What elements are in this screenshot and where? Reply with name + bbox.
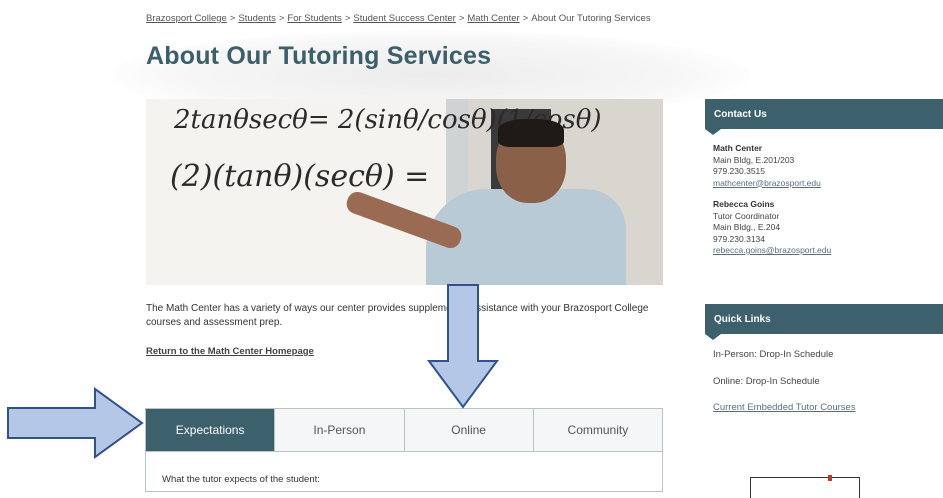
contact-location: Main Bldg, E.201/203 <box>713 154 795 165</box>
quick-links-title: Quick Links <box>714 314 771 325</box>
header-pointer <box>705 129 721 135</box>
partial-widget <box>750 475 860 498</box>
contact-role: Tutor Coordinator <box>713 210 780 221</box>
page-title: About Our Tutoring Services <box>146 42 492 70</box>
contact-phone: 979.230.3515 <box>713 166 765 176</box>
tab-panel: What the tutor expects of the student: <box>145 452 663 492</box>
quick-links-header: Quick Links <box>705 304 943 340</box>
breadcrumb: Brazosport College > Students > For Students… <box>146 13 651 24</box>
tab-expectations[interactable]: Expectations <box>146 409 276 451</box>
breadcrumb-current: About Our Tutoring Services <box>531 13 651 24</box>
tab-online[interactable]: Online <box>404 409 534 451</box>
breadcrumb-separator: > <box>344 13 351 24</box>
quick-link-in-person[interactable]: In-Person: Drop-In Schedule <box>713 349 833 360</box>
tab-bar: Expectations In-Person Online Community <box>145 408 663 452</box>
breadcrumb-separator: > <box>522 13 529 24</box>
header-pointer <box>705 334 721 340</box>
tutoring-photo: 2tanθsecθ= 2(sinθ/cosθ)(1/cosθ) (2)(tanθ… <box>146 99 663 285</box>
breadcrumb-link-students[interactable]: Students <box>238 13 276 24</box>
breadcrumb-link-for-students[interactable]: For Students <box>287 13 341 24</box>
contact-info: Math Center Main Bldg, E.201/203 979.230… <box>713 143 831 267</box>
breadcrumb-link-student-success[interactable]: Student Success Center <box>353 13 455 24</box>
tab-community[interactable]: Community <box>533 409 662 451</box>
right-arrow-annotation <box>7 387 144 459</box>
contact-location: Main Bldg., E.204 <box>713 222 781 232</box>
quick-link-online[interactable]: Online: Drop-In Schedule <box>713 376 820 387</box>
contact-us-header: Contact Us <box>705 99 943 135</box>
math-center-home-link[interactable]: Return to the Math Center Homepage <box>146 346 314 357</box>
quick-link-embedded-courses[interactable]: Current Embedded Tutor Courses <box>713 402 856 413</box>
tab-panel-text: What the tutor expects of the student: <box>162 474 320 485</box>
contact-name: Rebecca Goins <box>713 199 775 209</box>
contact-block-coordinator: Rebecca Goins Tutor Coordinator Main Bld… <box>713 199 831 257</box>
contact-block-math-center: Math Center Main Bldg, E.201/203 979.230… <box>713 143 831 189</box>
embedded-courses-link[interactable]: Current Embedded Tutor Courses <box>713 402 856 413</box>
contact-name: Math Center <box>713 143 763 153</box>
breadcrumb-link-college[interactable]: Brazosport College <box>146 13 227 24</box>
partial-widget-mark <box>828 475 832 481</box>
contact-email-link[interactable]: mathcenter@brazosport.edu <box>713 178 821 188</box>
breadcrumb-separator: > <box>458 13 465 24</box>
breadcrumb-separator: > <box>229 13 236 24</box>
tab-in-person[interactable]: In-Person <box>275 409 405 451</box>
breadcrumb-link-math-center[interactable]: Math Center <box>467 13 519 24</box>
intro-text: The Math Center has a variety of ways ou… <box>146 303 649 328</box>
contact-phone: 979.230.3134 <box>713 233 765 244</box>
down-arrow-annotation <box>427 284 499 409</box>
contact-us-title: Contact Us <box>714 109 767 120</box>
contact-email-link[interactable]: rebecca.goins@brazosport.edu <box>713 245 831 255</box>
tutor-hair <box>498 119 564 147</box>
whiteboard-equation-2: (2)(tanθ)(secθ) = <box>170 159 430 194</box>
breadcrumb-separator: > <box>278 13 285 24</box>
